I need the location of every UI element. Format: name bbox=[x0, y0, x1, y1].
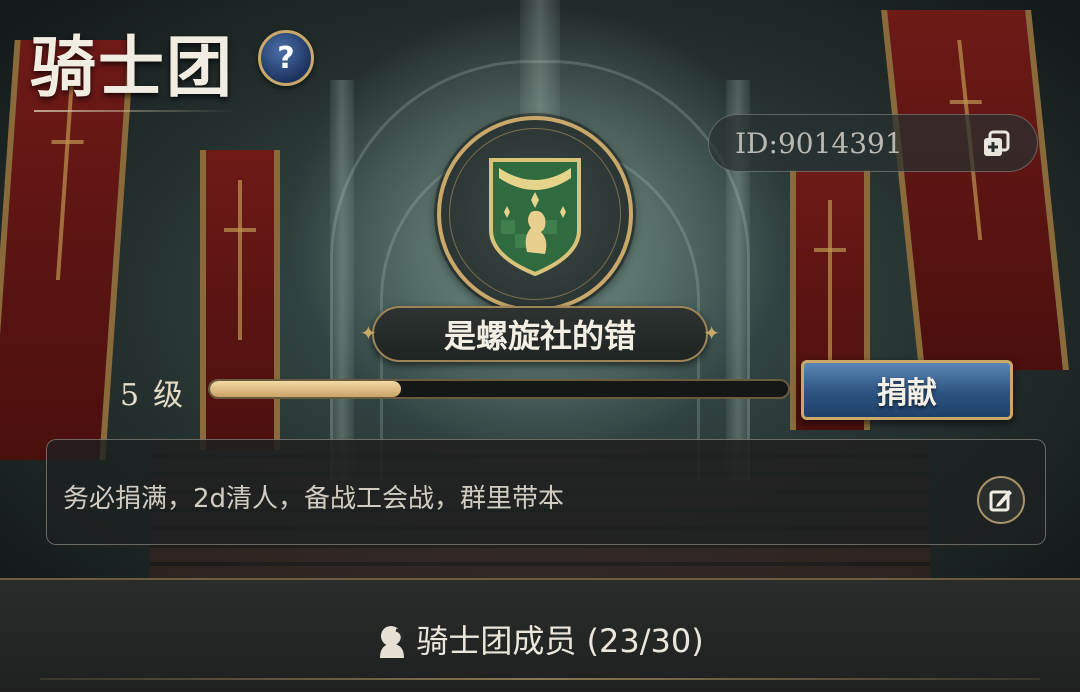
divider bbox=[40, 678, 1040, 680]
edit-icon bbox=[989, 490, 1012, 512]
exp-progress-fill bbox=[210, 381, 401, 397]
edit-notice-button[interactable] bbox=[977, 476, 1025, 524]
red-banner bbox=[881, 10, 1069, 370]
level-unit: 级 bbox=[153, 378, 198, 413]
members-label: 骑士团成员 (23/30) bbox=[416, 622, 704, 660]
help-button[interactable]: ? bbox=[258, 30, 314, 86]
page-title: 骑士团 bbox=[30, 28, 234, 106]
members-section: 骑士团成员 (23/30) bbox=[0, 578, 1080, 692]
guild-notice: 务必捐满，2d清人，备战工会战，群里带本 bbox=[46, 439, 1046, 545]
guild-name-plate: 是螺旋社的错 bbox=[360, 306, 720, 362]
cathedral-pillar bbox=[330, 80, 354, 480]
guild-emblem[interactable] bbox=[437, 116, 633, 312]
guild-id: ID:9014391 bbox=[735, 126, 903, 160]
question-mark-icon: ? bbox=[277, 40, 295, 76]
guild-name: 是螺旋社的错 bbox=[443, 317, 636, 355]
title-underline bbox=[34, 110, 234, 112]
members-header[interactable]: 骑士团成员 (23/30) bbox=[0, 616, 1080, 662]
header: 骑士团 bbox=[30, 14, 234, 112]
guild-level: 5级 bbox=[120, 370, 197, 414]
copy-icon[interactable] bbox=[981, 129, 1011, 159]
notice-text: 务必捐满，2d清人，备战工会战，群里带本 bbox=[63, 484, 565, 514]
guild-id-pill: ID:9014391 bbox=[708, 114, 1038, 172]
red-banner bbox=[200, 150, 280, 450]
donate-label: 捐献 bbox=[877, 376, 937, 411]
exp-progress-bar bbox=[208, 379, 790, 399]
member-silhouette-icon bbox=[380, 626, 405, 658]
donate-button[interactable]: 捐献 bbox=[801, 360, 1013, 420]
shield-emblem-icon bbox=[489, 158, 581, 276]
level-number: 5 bbox=[120, 378, 140, 413]
